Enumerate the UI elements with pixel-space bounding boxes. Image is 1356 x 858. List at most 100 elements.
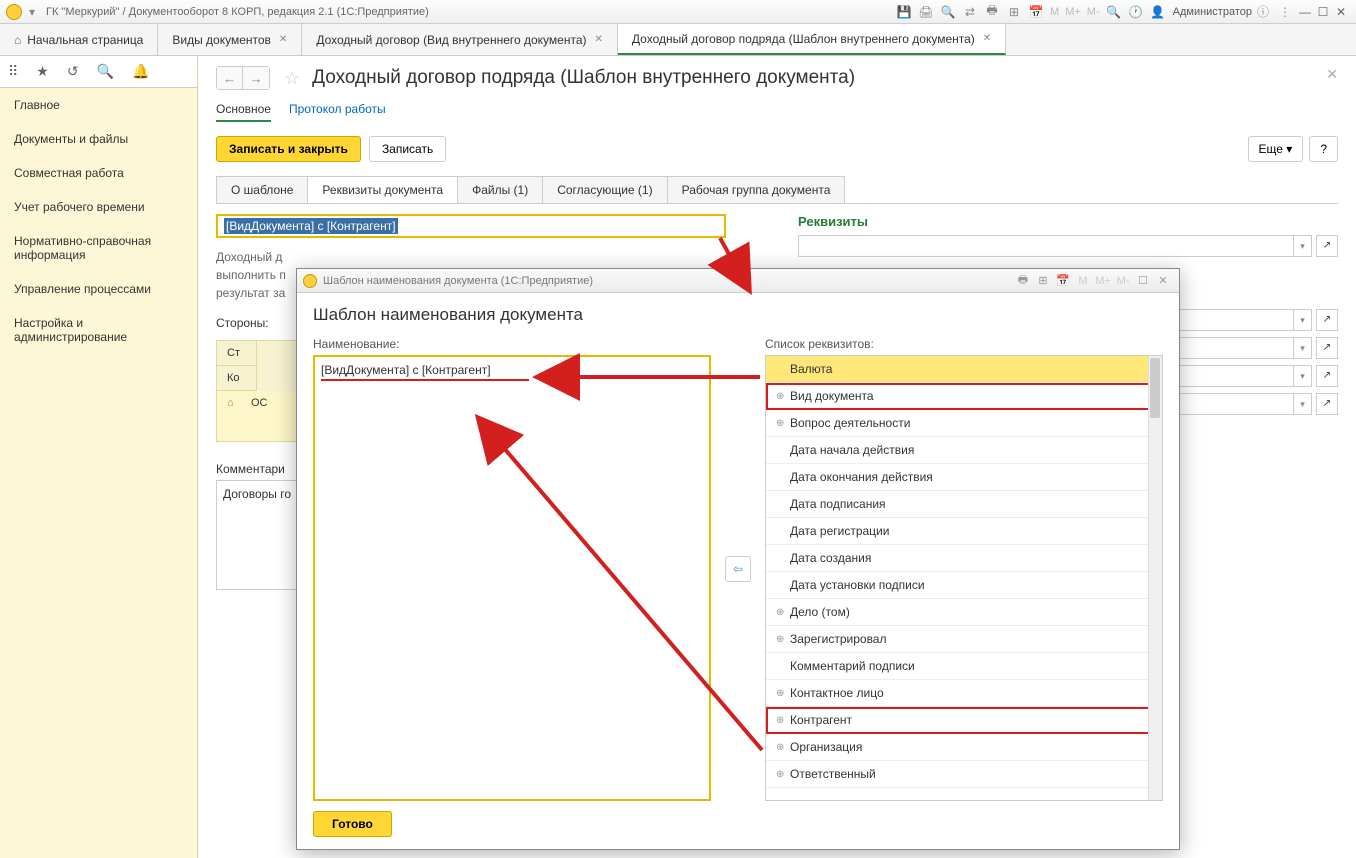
- requisite-label: Ответственный: [790, 767, 876, 781]
- open-button[interactable]: ↗: [1316, 309, 1338, 331]
- content-close-icon[interactable]: ✕: [1326, 66, 1338, 83]
- tab-income-contract[interactable]: Доходный договор (Вид внутреннего докуме…: [302, 24, 618, 55]
- history-icon[interactable]: ↺: [67, 63, 79, 80]
- preview-icon[interactable]: 🔍: [939, 3, 957, 21]
- sub-tab-workgroup[interactable]: Рабочая группа документа: [667, 176, 846, 203]
- m-plus-label[interactable]: M+: [1095, 275, 1111, 287]
- requisite-label: Организация: [790, 740, 862, 754]
- tab-income-contract-template[interactable]: Доходный договор подряда (Шаблон внутрен…: [618, 24, 1006, 55]
- requisite-item[interactable]: Дата установки подписи: [766, 572, 1162, 599]
- scrollbar[interactable]: [1148, 356, 1162, 800]
- open-button[interactable]: ↗: [1316, 365, 1338, 387]
- print2-icon[interactable]: 🖶: [983, 3, 1001, 21]
- requisites-list[interactable]: Валюта⊕Вид документа⊕Вопрос деятельности…: [765, 355, 1163, 801]
- print-icon[interactable]: 🖨: [917, 3, 935, 21]
- search-icon[interactable]: 🔍: [97, 63, 114, 80]
- dialog-close-icon[interactable]: ✕: [1155, 274, 1171, 287]
- tab-home[interactable]: ⌂ Начальная страница: [0, 24, 158, 55]
- print-icon[interactable]: 🖶: [1015, 271, 1031, 290]
- star-icon[interactable]: ★: [36, 63, 49, 80]
- save-button[interactable]: Записать: [369, 136, 446, 162]
- requisite-item[interactable]: Комментарий подписи: [766, 653, 1162, 680]
- requisite-item[interactable]: ⊕Ответственный: [766, 761, 1162, 788]
- requisite-item[interactable]: Дата окончания действия: [766, 464, 1162, 491]
- requisite-label: Валюта: [790, 362, 832, 376]
- sidebar-item-processes[interactable]: Управление процессами: [0, 272, 197, 306]
- expand-icon: ⊕: [776, 634, 790, 645]
- tab-close-icon[interactable]: ✕: [983, 33, 991, 44]
- dropdown-field[interactable]: ▾: [798, 235, 1312, 257]
- close-button[interactable]: ✕: [1332, 5, 1350, 19]
- requisite-item[interactable]: ⊕Организация: [766, 734, 1162, 761]
- requisite-item[interactable]: ⊕Зарегистрировал: [766, 626, 1162, 653]
- favorite-star-icon[interactable]: ☆: [284, 68, 300, 89]
- view-tab-main[interactable]: Основное: [216, 102, 271, 122]
- sidebar-item-docs[interactable]: Документы и файлы: [0, 122, 197, 156]
- requisite-label: Вопрос деятельности: [790, 416, 910, 430]
- calendar-icon[interactable]: 📅: [1055, 274, 1071, 287]
- dialog-maximize-icon[interactable]: ☐: [1135, 274, 1151, 287]
- requisite-label: Дата создания: [790, 551, 871, 565]
- apps-icon[interactable]: ⠿: [8, 63, 18, 80]
- sub-tab-about[interactable]: О шаблоне: [216, 176, 308, 203]
- m-minus-label[interactable]: M-: [1087, 6, 1100, 18]
- view-tab-protocol[interactable]: Протокол работы: [289, 102, 386, 122]
- page-title: Доходный договор подряда (Шаблон внутрен…: [312, 67, 855, 89]
- maximize-button[interactable]: ☐: [1314, 5, 1332, 19]
- m-minus-label[interactable]: M-: [1115, 275, 1131, 287]
- dropdown-icon[interactable]: ▾: [26, 6, 38, 18]
- requisite-item[interactable]: Дата создания: [766, 545, 1162, 572]
- save-icon[interactable]: 💾: [895, 3, 913, 21]
- requisite-item[interactable]: Дата регистрации: [766, 518, 1162, 545]
- calc-icon[interactable]: ⊞: [1005, 3, 1023, 21]
- help-button[interactable]: ?: [1309, 136, 1338, 162]
- requisite-item[interactable]: Дата начала действия: [766, 437, 1162, 464]
- user-name[interactable]: Администратор: [1173, 6, 1252, 18]
- m-label[interactable]: M: [1075, 275, 1091, 287]
- sidebar-item-nsi[interactable]: Нормативно-справочная информация: [0, 224, 197, 272]
- info-icon[interactable]: ⓘ: [1254, 3, 1272, 21]
- requisite-item[interactable]: ⊕Вид документа: [766, 383, 1162, 410]
- tab-close-icon[interactable]: ✕: [595, 34, 603, 45]
- open-button[interactable]: ↗: [1316, 337, 1338, 359]
- tab-doc-types[interactable]: Виды документов ✕: [158, 24, 302, 55]
- zoom-icon[interactable]: 🔍: [1105, 3, 1123, 21]
- back-button[interactable]: ←: [217, 67, 243, 89]
- sidebar-item-main[interactable]: Главное: [0, 88, 197, 122]
- forward-button[interactable]: →: [243, 67, 269, 89]
- tab-close-icon[interactable]: ✕: [279, 34, 287, 45]
- name-template-field[interactable]: [ВидДокумента] с [Контрагент]: [216, 214, 726, 238]
- sidebar-item-time[interactable]: Учет рабочего времени: [0, 190, 197, 224]
- calendar-icon[interactable]: 📅: [1027, 3, 1045, 21]
- compare-icon[interactable]: ⇄: [961, 3, 979, 21]
- open-button[interactable]: ↗: [1316, 393, 1338, 415]
- m-plus-label[interactable]: M+: [1065, 6, 1081, 18]
- tab-home-label: Начальная страница: [27, 33, 143, 47]
- bell-icon[interactable]: 🔔: [132, 63, 149, 80]
- insert-arrow-button[interactable]: ⇦: [725, 556, 751, 582]
- clock-icon[interactable]: 🕐: [1127, 3, 1145, 21]
- calc-icon[interactable]: ⊞: [1035, 274, 1051, 287]
- name-textarea[interactable]: [ВидДокумента] с [Контрагент]: [313, 355, 711, 801]
- m-label[interactable]: M: [1050, 6, 1059, 18]
- more-button[interactable]: Еще ▾: [1248, 136, 1304, 162]
- requisite-item[interactable]: ⊕Контрагент: [766, 707, 1162, 734]
- requisite-item[interactable]: ⊕Дело (том): [766, 599, 1162, 626]
- requisite-item[interactable]: ⊕Контактное лицо: [766, 680, 1162, 707]
- open-button[interactable]: ↗: [1316, 235, 1338, 257]
- requisite-item[interactable]: Валюта: [766, 356, 1162, 383]
- requisite-item[interactable]: ⊕Вопрос деятельности: [766, 410, 1162, 437]
- sub-tab-files[interactable]: Файлы (1): [457, 176, 543, 203]
- requisite-item[interactable]: Дата подписания: [766, 491, 1162, 518]
- ready-button[interactable]: Готово: [313, 811, 392, 837]
- sidebar-item-admin[interactable]: Настройка и администрирование: [0, 306, 197, 354]
- expand-icon: ⊕: [776, 391, 790, 402]
- sidebar-item-collab[interactable]: Совместная работа: [0, 156, 197, 190]
- name-value: [ВидДокумента] с [Контрагент]: [321, 363, 491, 377]
- sub-tab-approvers[interactable]: Согласующие (1): [542, 176, 667, 203]
- sub-tab-requisites[interactable]: Реквизиты документа: [307, 176, 458, 203]
- minimize-button[interactable]: —: [1296, 5, 1314, 19]
- save-close-button[interactable]: Записать и закрыть: [216, 136, 361, 162]
- view-tabs: Основное Протокол работы: [216, 102, 1338, 122]
- menu-icon[interactable]: ⋮: [1276, 3, 1294, 21]
